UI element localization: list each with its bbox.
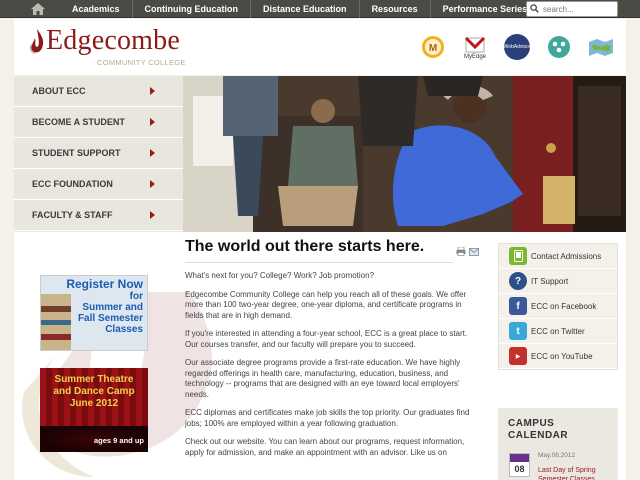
- leftnav-faculty-staff[interactable]: FACULTY & STAFF: [14, 200, 183, 231]
- event-link[interactable]: Last Day of Spring Semester Classes: [538, 466, 612, 480]
- promo-text: Fall Semester: [77, 313, 143, 324]
- promo-text: June 2012: [69, 398, 119, 409]
- moodle-icon[interactable]: M: [418, 32, 448, 62]
- paragraph: ECC diplomas and certificates make job s…: [185, 408, 470, 428]
- twitter-icon: t: [509, 322, 527, 340]
- top-nav-menu: Academics Continuing Education Distance …: [60, 0, 539, 18]
- summer-theatre-banner[interactable]: Summer Theatre and Dance Camp June 2012 …: [40, 368, 148, 452]
- chevron-right-icon: [150, 87, 155, 95]
- page-tools: [456, 243, 479, 261]
- promo-text: for: [129, 291, 143, 302]
- leftnav-about-ecc[interactable]: ABOUT ECC: [14, 76, 183, 107]
- sidebar-link-label: ECC on Twitter: [531, 326, 585, 336]
- home-icon[interactable]: [27, 1, 49, 17]
- people-icon[interactable]: [544, 32, 574, 62]
- top-nav-academics[interactable]: Academics: [60, 0, 132, 18]
- quick-contact-list: Contact Admissions ? IT Support f ECC on…: [498, 243, 618, 370]
- leftnav-ecc-foundation[interactable]: ECC FOUNDATION: [14, 169, 183, 200]
- sidebar-link-label: ECC on YouTube: [531, 351, 593, 361]
- logo-subtitle: COMMUNITY COLLEGE: [97, 58, 186, 67]
- leftnav-label: ABOUT ECC: [32, 86, 86, 96]
- college-logo[interactable]: Edgecombe COMMUNITY COLLEGE: [26, 25, 196, 69]
- chevron-right-icon: [150, 118, 155, 126]
- calendar-icon-day: 08: [514, 464, 525, 474]
- leftnav-label: ECC FOUNDATION: [32, 179, 113, 189]
- quick-links: M MyEdge WebAdvisor: [418, 32, 616, 62]
- sidebar-link-label: ECC on Facebook: [531, 301, 597, 311]
- leftnav-label: BECOME A STUDENT: [32, 117, 125, 127]
- paragraph: What's next for you? College? Work? Job …: [185, 271, 375, 280]
- hero-photo: [183, 76, 626, 232]
- register-now-banner[interactable]: Register Now for Summer and Fall Semeste…: [40, 275, 148, 351]
- page-title: The world out there starts here.: [185, 238, 453, 263]
- sidebar-link-label: IT Support: [531, 276, 569, 286]
- top-nav-performance-series[interactable]: Performance Series: [429, 0, 540, 18]
- map-icon[interactable]: [586, 32, 616, 62]
- calendar-icon: 08: [509, 453, 530, 477]
- site-header: Edgecombe COMMUNITY COLLEGE M MyEdge Web…: [14, 19, 626, 75]
- search-icon[interactable]: [530, 0, 539, 18]
- calendar-icon-header: [510, 454, 529, 462]
- top-nav-resources[interactable]: Resources: [358, 0, 430, 18]
- promo-text: Summer and: [82, 302, 143, 313]
- chevron-right-icon: [150, 211, 155, 219]
- chevron-right-icon: [150, 149, 155, 157]
- youtube-icon: ▶: [509, 347, 527, 365]
- paragraph: Edgecombe Community College can help you…: [185, 289, 467, 320]
- campus-calendar: CAMPUS CALENDAR 08 May.08.2012 Last Day …: [498, 408, 618, 480]
- promo-title: Register Now: [66, 277, 143, 291]
- youtube-link[interactable]: ▶ ECC on YouTube: [499, 344, 617, 369]
- webadvisor-icon[interactable]: WebAdvisor: [502, 32, 532, 62]
- article: The world out there starts here. What's …: [185, 238, 481, 458]
- email-icon[interactable]: [469, 243, 479, 261]
- svg-text:M: M: [429, 43, 437, 54]
- event-date: May.08.2012: [538, 452, 576, 459]
- flame-logo-icon: [29, 29, 44, 54]
- leftnav-label: FACULTY & STAFF: [32, 210, 113, 220]
- myedge-icon[interactable]: MyEdge: [460, 32, 490, 62]
- search-box: [526, 1, 618, 17]
- promo-age-note: ages 9 and up: [94, 436, 145, 445]
- calendar-title: CAMPUS CALENDAR: [508, 418, 569, 441]
- sidebar-link-label: Contact Admissions: [531, 251, 602, 261]
- paragraph: Our associate degree programs provide a …: [185, 358, 461, 399]
- search-input[interactable]: [543, 4, 615, 14]
- leftnav-label: STUDENT SUPPORT: [32, 148, 121, 158]
- top-nav-distance-education[interactable]: Distance Education: [250, 0, 359, 18]
- chevron-right-icon: [150, 180, 155, 188]
- left-navigation: ABOUT ECC BECOME A STUDENT STUDENT SUPPO…: [14, 76, 183, 232]
- myedge-label: MyEdge: [463, 53, 486, 60]
- paragraph: If you're interested in attending a four…: [185, 329, 468, 349]
- right-sidebar: Contact Admissions ? IT Support f ECC on…: [498, 243, 618, 370]
- leftnav-student-support[interactable]: STUDENT SUPPORT: [14, 138, 183, 169]
- top-nav-continuing-education[interactable]: Continuing Education: [131, 0, 251, 18]
- leftnav-become-a-student[interactable]: BECOME A STUDENT: [14, 107, 183, 138]
- webadvisor-label: WebAdvisor: [504, 34, 530, 60]
- promo-title: Summer Theatre: [54, 374, 134, 385]
- phone-icon: [509, 247, 527, 265]
- it-support-link[interactable]: ? IT Support: [499, 269, 617, 294]
- print-icon[interactable]: [456, 243, 466, 261]
- facebook-link[interactable]: f ECC on Facebook: [499, 294, 617, 319]
- promo-text: and Dance Camp: [53, 386, 135, 397]
- top-navigation-bar: Academics Continuing Education Distance …: [0, 0, 640, 18]
- facebook-icon: f: [509, 297, 527, 315]
- promo-text: Classes: [105, 324, 143, 335]
- question-icon: ?: [509, 272, 527, 290]
- twitter-link[interactable]: t ECC on Twitter: [499, 319, 617, 344]
- logo-name: Edgecombe: [46, 25, 180, 56]
- contact-admissions-link[interactable]: Contact Admissions: [499, 244, 617, 269]
- paragraph: Check out our website. You can learn abo…: [185, 437, 465, 457]
